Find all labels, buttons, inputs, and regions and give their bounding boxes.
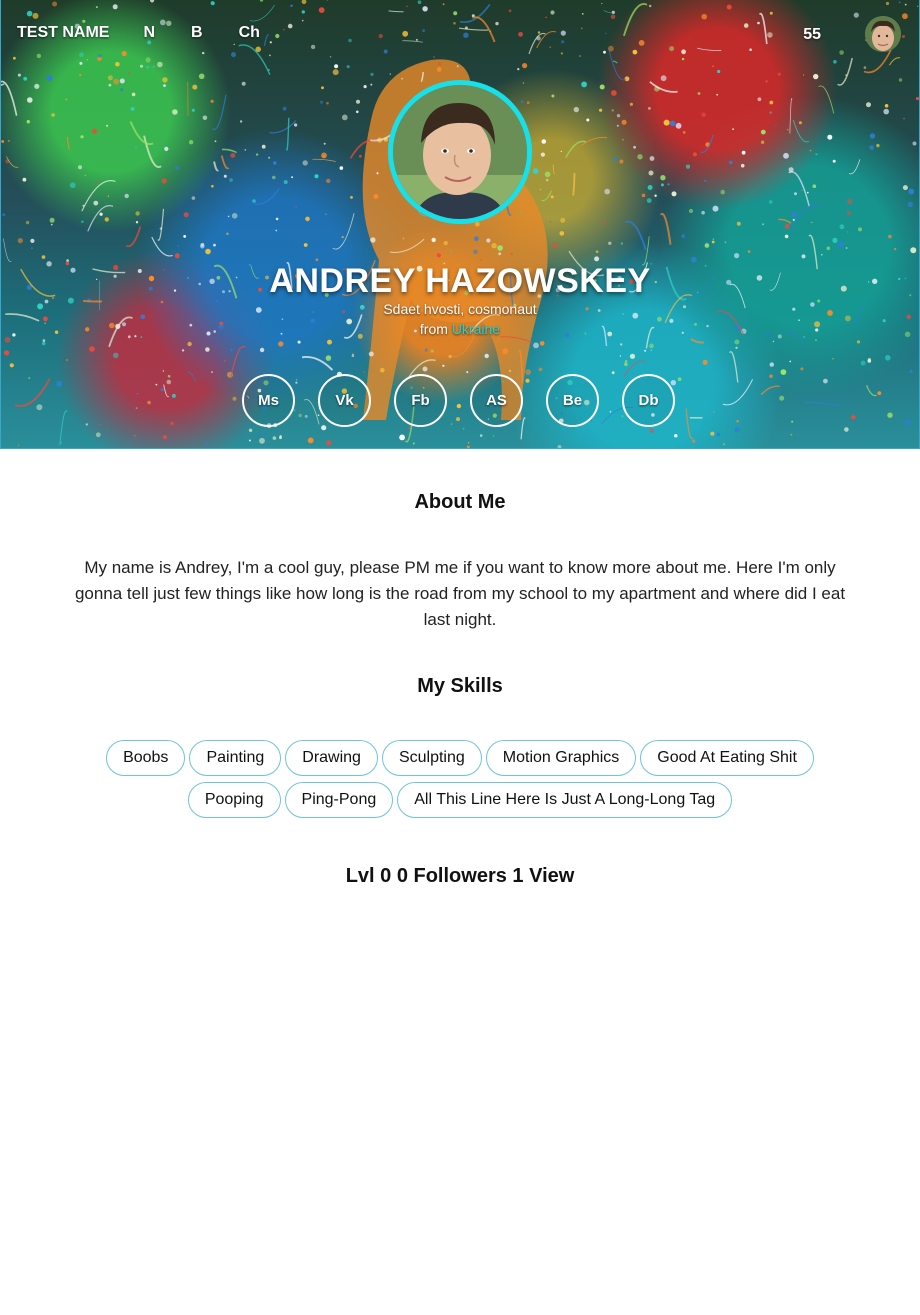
skill-tag[interactable]: Drawing xyxy=(285,740,378,776)
skill-tag[interactable]: Good At Eating Shit xyxy=(640,740,814,776)
profile-header: TEST NAME N B Ch 55 ANDREY HAZOWSKEY Sda… xyxy=(0,0,920,449)
profile-content: About Me My name is Andrey, I'm a cool g… xyxy=(0,491,920,888)
skill-tags: Boobs Painting Drawing Sculpting Motion … xyxy=(80,740,840,824)
profile-avatar xyxy=(388,80,532,224)
about-text: My name is Andrey, I'm a cool guy, pleas… xyxy=(74,558,846,629)
profile-name: ANDREY HAZOWSKEY xyxy=(269,262,651,300)
social-ms-button[interactable]: Ms xyxy=(242,374,295,427)
social-as-button[interactable]: AS xyxy=(470,374,523,427)
skill-tag[interactable]: Sculpting xyxy=(381,740,482,776)
skill-tag[interactable]: All This Line Here Is Just A Long-Long T… xyxy=(397,782,733,818)
notification-count[interactable]: 55 xyxy=(803,26,821,44)
about-title: About Me xyxy=(414,491,506,513)
top-navigation: TEST NAME N B Ch xyxy=(17,24,296,42)
nav-item-n[interactable]: N xyxy=(143,24,155,42)
social-be-button[interactable]: Be xyxy=(546,374,599,427)
social-fb-button[interactable]: Fb xyxy=(394,374,447,427)
user-avatar[interactable] xyxy=(865,16,901,52)
profile-tagline: Sdaet hvosti, cosmonaut xyxy=(383,301,537,317)
skill-tag[interactable]: Ping-Pong xyxy=(284,782,394,818)
nav-item-ch[interactable]: Ch xyxy=(239,24,260,42)
country-link[interactable]: Ukraine xyxy=(452,321,500,337)
social-vk-button[interactable]: Vk xyxy=(318,374,371,427)
top-right-area: 55 xyxy=(803,16,901,52)
origin-prefix: from xyxy=(419,321,448,337)
profile-stats: Lvl 0 0 Followers 1 View xyxy=(345,865,575,887)
profile-avatar-image xyxy=(393,85,527,219)
social-db-button[interactable]: Db xyxy=(622,374,675,427)
skill-tag[interactable]: Motion Graphics xyxy=(485,740,637,776)
user-avatar-image xyxy=(865,16,901,52)
skill-tag[interactable]: Pooping xyxy=(187,782,281,818)
social-links: Ms Vk Fb AS Be Db xyxy=(242,374,698,427)
skills-title: My Skills xyxy=(417,675,503,697)
nav-item-b[interactable]: B xyxy=(191,24,203,42)
skill-tag[interactable]: Boobs xyxy=(106,740,186,776)
skill-tag[interactable]: Painting xyxy=(189,740,282,776)
brand-link[interactable]: TEST NAME xyxy=(17,24,109,42)
profile-origin: from Ukraine xyxy=(1,321,919,337)
